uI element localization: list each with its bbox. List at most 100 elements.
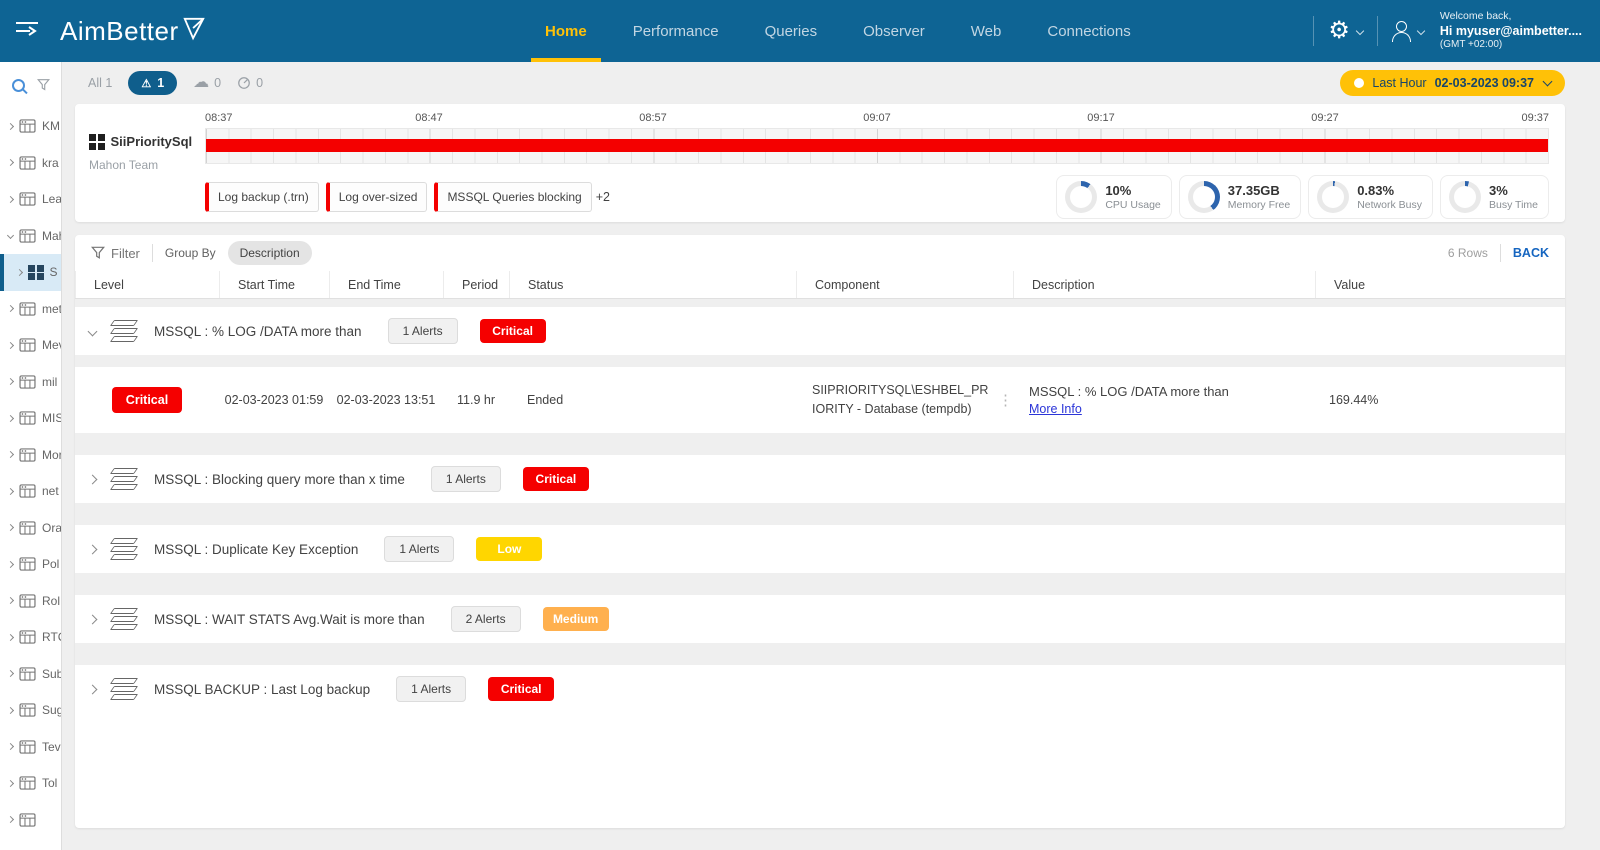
timeline-alert-band[interactable]	[206, 139, 1548, 152]
severity-badge[interactable]: Critical	[522, 467, 589, 491]
settings-menu[interactable]: ⚙	[1328, 19, 1365, 43]
gauge-card[interactable]: 3% Busy Time	[1439, 175, 1549, 219]
alert-tag[interactable]: Log backup (.trn)	[205, 182, 319, 212]
nav-item[interactable]: Web	[971, 0, 1002, 62]
server-name-row[interactable]: SiiPrioritySql	[89, 134, 205, 150]
chevron-right-icon[interactable]	[6, 451, 15, 459]
chevron-right-icon[interactable]	[6, 341, 15, 349]
sidebar-item-server[interactable]: Tev	[0, 729, 61, 766]
nav-item[interactable]: Home	[531, 0, 601, 62]
sidebar-collapse-icon[interactable]	[14, 19, 44, 44]
sidebar-item-server[interactable]: Rol	[0, 583, 61, 620]
more-tags-count[interactable]: +2	[596, 190, 610, 204]
sidebar-item-server[interactable]: KMI	[0, 108, 61, 145]
chevron-right-icon[interactable]	[6, 232, 15, 240]
alerts-count-pill[interactable]: 1 Alerts	[387, 318, 458, 344]
alert-group-row[interactable]: MSSQL : Blocking query more than x time …	[75, 455, 1565, 503]
table-filter-button[interactable]: Filter	[91, 246, 140, 261]
sidebar-item-server[interactable]: Mor	[0, 437, 61, 474]
severity-badge[interactable]: Medium	[542, 607, 609, 631]
sidebar-item-server[interactable]: Lea	[0, 181, 61, 218]
app-logo[interactable]: AimBetter	[60, 16, 206, 47]
group-by-value-pill[interactable]: Description	[227, 241, 312, 265]
chevron-right-icon[interactable]	[15, 268, 24, 276]
nav-item[interactable]: Performance	[633, 0, 719, 62]
sidebar-item-server[interactable]: Mah	[0, 218, 61, 255]
sidebar-item-server[interactable]: met	[0, 291, 61, 328]
sidebar-item-server[interactable]: Mev	[0, 327, 61, 364]
gauge-card[interactable]: 37.35GB Memory Free	[1178, 175, 1302, 219]
chevron-right-icon[interactable]	[6, 670, 15, 678]
chevron-right-icon[interactable]	[6, 560, 15, 568]
chevron-right-icon[interactable]	[6, 159, 15, 167]
gauge-card[interactable]: 10% CPU Usage	[1056, 175, 1172, 219]
more-info-link[interactable]: More Info	[1029, 402, 1082, 416]
chevron-right-icon[interactable]	[6, 633, 15, 641]
alert-group-row[interactable]: MSSQL : Duplicate Key Exception 1 Alerts…	[75, 525, 1565, 573]
gauge-card[interactable]: 0.83% Network Busy	[1308, 175, 1433, 219]
gauge-filter[interactable]: 0	[237, 76, 263, 90]
alerts-count-pill[interactable]: 1 Alerts	[384, 536, 455, 562]
alert-group-row[interactable]: MSSQL : WAIT STATS Avg.Wait is more than…	[75, 595, 1565, 643]
chevron-right-icon[interactable]	[6, 597, 15, 605]
time-range-selector[interactable]: Last Hour 02-03-2023 09:37	[1340, 70, 1565, 96]
sidebar-item-server[interactable]: net	[0, 473, 61, 510]
column-header[interactable]: Component	[796, 271, 1013, 298]
sidebar-item-server[interactable]: S	[0, 254, 61, 291]
column-header[interactable]: Status	[509, 271, 796, 298]
chevron-right-icon[interactable]	[6, 743, 15, 751]
chevron-right-icon[interactable]	[6, 524, 15, 532]
sidebar-item-server[interactable]: MIS	[0, 400, 61, 437]
chevron-right-icon[interactable]	[6, 816, 15, 824]
alerts-count-pill[interactable]: 2 Alerts	[450, 606, 521, 632]
sidebar-item-server[interactable]: RTC	[0, 619, 61, 656]
alert-group-row[interactable]: MSSQL BACKUP : Last Log backup 1 Alerts …	[75, 665, 1565, 713]
expand-chevron-icon[interactable]	[87, 684, 98, 694]
cloud-filter[interactable]: ☁ 0	[193, 75, 221, 91]
expand-chevron-icon[interactable]	[87, 544, 98, 554]
column-header[interactable]: Period	[443, 271, 509, 298]
column-header[interactable]: End Time	[329, 271, 443, 298]
nav-item[interactable]: Queries	[765, 0, 818, 62]
back-button[interactable]: BACK	[1513, 246, 1549, 260]
alerts-count-pill[interactable]: 1 Alerts	[430, 466, 501, 492]
sidebar-item-server[interactable]	[0, 802, 61, 839]
alert-tag[interactable]: Log over-sized	[325, 182, 428, 212]
expand-chevron-icon[interactable]	[87, 474, 98, 484]
chevron-right-icon[interactable]	[6, 378, 15, 386]
filter-icon[interactable]	[36, 78, 50, 92]
nav-item[interactable]: Observer	[863, 0, 925, 62]
chevron-right-icon[interactable]	[6, 414, 15, 422]
sidebar-item-server[interactable]: Tol	[0, 765, 61, 802]
sidebar-item-server[interactable]: Ora	[0, 510, 61, 547]
alerts-count-pill[interactable]: 1 Alerts	[396, 676, 467, 702]
column-header[interactable]: Value	[1315, 271, 1565, 298]
chevron-right-icon[interactable]	[6, 195, 15, 203]
expand-chevron-icon[interactable]	[87, 326, 98, 336]
column-header[interactable]: Level	[75, 271, 219, 298]
alert-group-row[interactable]: MSSQL : % LOG /DATA more than 1 Alerts C…	[75, 307, 1565, 355]
column-header[interactable]: Start Time	[219, 271, 329, 298]
alert-tag[interactable]: MSSQL Queries blocking	[434, 182, 592, 212]
nav-item[interactable]: Connections	[1047, 0, 1130, 62]
alert-detail-row[interactable]: Critical 02-03-2023 01:59 02-03-2023 13:…	[75, 367, 1565, 433]
expand-chevron-icon[interactable]	[87, 614, 98, 624]
severity-badge[interactable]: Critical	[479, 319, 546, 343]
user-menu[interactable]	[1391, 20, 1426, 42]
kebab-menu-icon[interactable]: ⋮	[998, 391, 1013, 409]
sidebar-item-server[interactable]: mil	[0, 364, 61, 401]
chevron-right-icon[interactable]	[6, 706, 15, 714]
severity-badge[interactable]: Low	[476, 537, 543, 561]
chevron-right-icon[interactable]	[6, 779, 15, 787]
filter-all[interactable]: All 1	[88, 76, 112, 90]
sidebar-item-server[interactable]: Pol	[0, 546, 61, 583]
chevron-right-icon[interactable]	[6, 305, 15, 313]
column-header[interactable]: Description	[1013, 271, 1315, 298]
search-icon[interactable]	[11, 78, 25, 92]
sidebar-item-server[interactable]: Sub	[0, 656, 61, 693]
sidebar-item-server[interactable]: Sug	[0, 692, 61, 729]
chevron-right-icon[interactable]	[6, 122, 15, 130]
alert-count-badge[interactable]: ⚠ 1	[128, 71, 178, 95]
chevron-right-icon[interactable]	[6, 487, 15, 495]
timeline-strip[interactable]	[205, 128, 1549, 164]
